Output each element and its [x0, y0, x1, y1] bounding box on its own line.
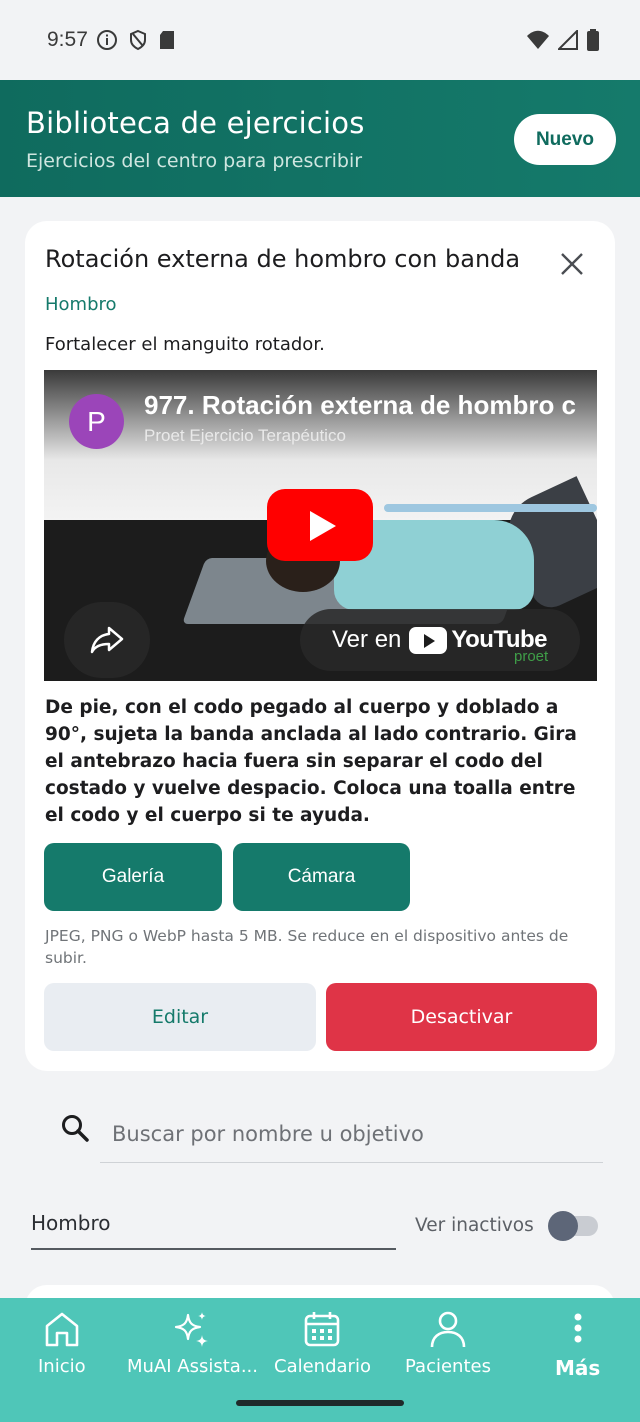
- more-vertical-icon: [574, 1313, 582, 1343]
- new-exercise-button[interactable]: Nuevo: [514, 114, 616, 165]
- exercise-category: Hombro: [45, 294, 117, 315]
- signal-icon: [558, 30, 578, 50]
- search-icon: [62, 1115, 89, 1142]
- deactivate-button[interactable]: Desactivar: [326, 983, 597, 1051]
- close-icon[interactable]: [557, 249, 587, 279]
- show-inactive-toggle[interactable]: [548, 1211, 598, 1241]
- video-thumbnail-band: [384, 504, 597, 512]
- video-channel: Proet Ejercicio Terapéutico: [144, 426, 346, 445]
- nav-label-inicio: Inicio: [38, 1356, 86, 1377]
- category-filter-value: Hombro: [31, 1211, 111, 1235]
- gallery-button[interactable]: Galería: [44, 843, 222, 911]
- video-watermark: proet: [514, 648, 549, 665]
- search-input[interactable]: [100, 1105, 603, 1163]
- video-title[interactable]: 977. Rotación externa de hombro c: [144, 390, 584, 421]
- video-player[interactable]: P 977. Rotación externa de hombro c Proe…: [44, 370, 597, 681]
- edit-button[interactable]: Editar: [44, 983, 316, 1051]
- nav-item-muai-assistant[interactable]: MuAI Assista...: [127, 1308, 258, 1377]
- nav-label-muai-assistant: MuAI Assista...: [127, 1356, 258, 1377]
- nav-label-pacientes: Pacientes: [405, 1356, 491, 1377]
- nav-item-calendario[interactable]: Calendario: [274, 1308, 371, 1377]
- camera-button[interactable]: Cámara: [233, 843, 410, 911]
- category-filter-select[interactable]: Hombro: [31, 1197, 396, 1250]
- status-bar: 9:57: [0, 0, 640, 80]
- exercise-objective: Fortalecer el manguito rotador.: [45, 334, 325, 355]
- page-subtitle: Ejercicios del centro para prescribir: [26, 150, 363, 172]
- page-title: Biblioteca de ejercicios: [26, 106, 365, 140]
- toggle-knob: [548, 1211, 578, 1241]
- person-icon: [430, 1311, 466, 1348]
- show-inactive-label: Ver inactivos: [415, 1215, 534, 1236]
- share-button[interactable]: [64, 602, 150, 678]
- channel-avatar[interactable]: P: [69, 394, 124, 449]
- watch-on-label: Ver en: [332, 626, 402, 653]
- sd-card-icon: [160, 31, 174, 49]
- nav-label-mas: Más: [555, 1356, 601, 1380]
- status-time: 9:57: [47, 28, 88, 51]
- shield-icon: [130, 29, 146, 51]
- nav-item-mas[interactable]: Más: [555, 1308, 600, 1380]
- home-icon: [45, 1312, 79, 1347]
- info-icon: [97, 30, 117, 50]
- nav-item-inicio[interactable]: Inicio: [38, 1308, 86, 1377]
- battery-icon: [587, 29, 599, 51]
- share-icon: [90, 626, 124, 654]
- exercise-description: De pie, con el codo pegado al cuerpo y d…: [45, 697, 577, 826]
- app-header: Biblioteca de ejercicios Ejercicios del …: [0, 80, 640, 197]
- wifi-icon: [527, 30, 549, 49]
- exercise-detail-card: Rotación externa de hombro con banda Hom…: [25, 221, 615, 1071]
- calendar-icon: [305, 1312, 340, 1347]
- sparkle-icon: [175, 1312, 209, 1347]
- play-button[interactable]: [267, 489, 373, 561]
- nav-item-pacientes[interactable]: Pacientes: [405, 1308, 491, 1377]
- exercise-title: Rotación externa de hombro con banda: [45, 245, 521, 273]
- home-indicator[interactable]: [236, 1400, 404, 1406]
- youtube-play-icon: [409, 626, 448, 654]
- nav-label-calendario: Calendario: [274, 1356, 371, 1377]
- upload-hint: JPEG, PNG o WebP hasta 5 MB. Se reduce e…: [45, 927, 569, 967]
